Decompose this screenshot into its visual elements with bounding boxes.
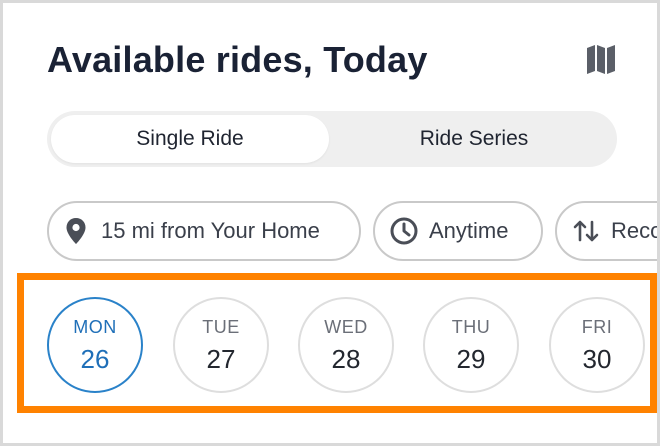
date-day-number: 29	[456, 344, 486, 374]
map-view-button[interactable]	[581, 43, 621, 79]
date-weekday: MON	[73, 317, 117, 337]
date-option-fri[interactable]: FRI 30	[549, 297, 645, 393]
date-option-wed[interactable]: WED 28	[298, 297, 394, 393]
date-day-number: 26	[80, 344, 110, 374]
date-weekday: THU	[451, 317, 491, 337]
date-weekday: TUE	[202, 317, 240, 337]
date-weekday: FRI	[581, 317, 613, 337]
date-day-number: 27	[206, 344, 236, 374]
app-screen: Available rides, Today Single Ride Ride …	[3, 3, 657, 443]
sort-filter-label: Recommended	[611, 218, 657, 243]
time-filter-chip[interactable]: Anytime	[373, 201, 543, 261]
map-icon	[584, 43, 618, 80]
date-option-mon[interactable]: MON 26	[47, 297, 143, 393]
date-day-number: 30	[582, 344, 612, 374]
page-title: Available rides, Today	[47, 39, 428, 80]
date-option-tue[interactable]: TUE 27	[173, 297, 269, 393]
ride-series-tab[interactable]: Ride Series	[335, 115, 613, 163]
single-ride-tab[interactable]: Single Ride	[51, 115, 329, 163]
ride-type-toggle: Single Ride Ride Series	[47, 111, 617, 167]
date-day-number: 28	[331, 344, 361, 374]
date-option-thu[interactable]: THU 29	[423, 297, 519, 393]
sort-filter-chip[interactable]: Recommended	[555, 201, 657, 261]
location-pin-icon	[61, 216, 91, 246]
date-weekday: WED	[324, 317, 368, 337]
time-filter-label: Anytime	[429, 218, 509, 243]
date-selector: MON 26 TUE 27 WED 28 THU 29 FRI 30	[24, 273, 657, 413]
distance-filter-label: 15 mi from Your Home	[101, 218, 320, 243]
distance-filter-chip[interactable]: 15 mi from Your Home	[47, 201, 361, 261]
clock-icon	[389, 216, 419, 246]
sort-arrows-icon	[571, 216, 601, 246]
